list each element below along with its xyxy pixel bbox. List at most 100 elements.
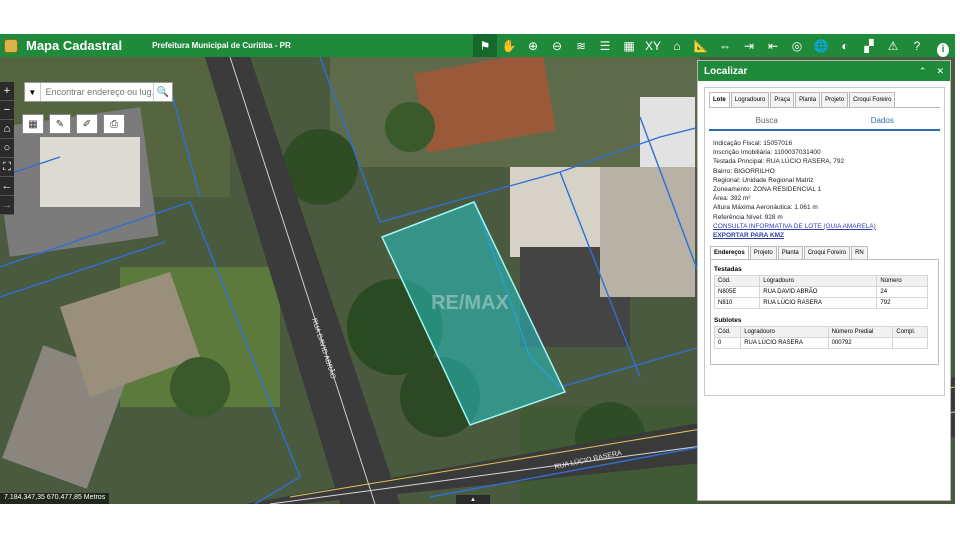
detail-value: ZONA RESIDENCIAL 1	[753, 186, 822, 194]
ruler-icon[interactable]: 📐	[689, 34, 713, 57]
panel-tabs: Lote Logradouro Praça Planta Projeto Croqui F…	[709, 92, 944, 107]
detail-row: Bairro: BIGORRILHO	[713, 167, 940, 176]
app-title: Mapa Cadastral	[26, 38, 123, 53]
consulta-informativa-link[interactable]: CONSULTA INFORMATIVA DE LOTE (GUIA AMARE…	[705, 222, 944, 231]
tab-projeto[interactable]: Projeto	[821, 92, 849, 107]
subtab-planta[interactable]: Planta	[777, 245, 803, 259]
city-logo	[4, 38, 18, 53]
table-cell: 24	[876, 285, 928, 298]
home-icon[interactable]: ⌂	[0, 120, 14, 139]
panel-header: Localizar ⌃ ✕	[698, 61, 950, 81]
layout-icon[interactable]: ▦	[22, 114, 44, 134]
blocks-icon[interactable]: ▞	[857, 34, 881, 57]
detail-label: Inscrição Imobiliária:	[713, 149, 773, 157]
grid-icon[interactable]: ▦	[617, 34, 641, 57]
detail-value: 928 m	[764, 213, 783, 221]
locate-icon[interactable]: ○	[0, 139, 14, 158]
column-header: Número	[876, 274, 928, 287]
organization-name: Prefeitura Municipal de Curitiba - PR	[152, 41, 291, 50]
hat-icon[interactable]: ⌂	[665, 34, 689, 57]
table-cell: 792	[876, 296, 928, 309]
localizar-panel: Localizar ⌃ ✕ Lote Logradouro Praça Planta P…	[697, 60, 951, 501]
table-cell: RUA DAVID ABRÃO	[759, 285, 878, 298]
map-action-buttons: ▦ ✎ ✐ ⎙	[22, 114, 125, 134]
fullscreen-icon[interactable]: ⛶	[0, 158, 14, 177]
tab-pra-a[interactable]: Praça	[770, 92, 795, 107]
list-icon[interactable]: ☰	[593, 34, 617, 57]
tab-croqui-foreiro[interactable]: Croqui Foreiro	[849, 92, 896, 107]
draw-pencil-icon[interactable]: ✎	[49, 114, 71, 134]
export-kmz-link[interactable]: EXPORTAR PARA KMZ	[705, 231, 944, 240]
column-header: Número Predial	[827, 325, 894, 338]
detail-label: Referência Nível:	[713, 213, 763, 221]
info-icon[interactable]: i	[929, 34, 953, 57]
detail-label: Testada Principal:	[713, 158, 765, 166]
zoom-out-button[interactable]: −	[0, 101, 14, 120]
collapse-panel-icon[interactable]: ⌃	[919, 66, 927, 77]
detail-row: Regional: Unidade Regional Matriz	[713, 176, 940, 185]
detail-value: 1.061 m	[794, 204, 818, 212]
detail-label: Zoneamento:	[713, 186, 752, 194]
close-icon[interactable]: ✕	[936, 66, 944, 77]
collapse-bottom-button[interactable]: ▲	[456, 495, 490, 504]
forward-arrow-icon[interactable]: →	[0, 196, 14, 215]
detail-label: Bairro:	[713, 167, 733, 175]
export-icon[interactable]: ⇤	[761, 34, 785, 57]
subtab-endere-os[interactable]: Endereços	[710, 245, 749, 259]
subtab-croqui-foreiro[interactable]: Croqui Foreiro	[803, 245, 851, 259]
table-row[interactable]: N810 RUA LÚCIO RASERA 792	[713, 296, 928, 309]
detail-row: Área: 392 m²	[713, 194, 940, 203]
watermark-text: RE/MAX	[431, 292, 509, 314]
table-row[interactable]: 0 RUA LÚCIO RASERA 000792	[713, 336, 928, 349]
testadas-table: Cód. Logradouro Número N805E RUA DAVID ABRÃ…	[713, 274, 928, 309]
table-cell: 0	[713, 336, 742, 349]
detail-value: 392 m²	[730, 195, 751, 203]
globe-icon[interactable]: 🌐	[809, 34, 833, 57]
search-dropdown-button[interactable]: ▼	[25, 83, 41, 101]
search-data-toggle: Busca Dados	[709, 112, 940, 131]
detail-label: Área:	[713, 195, 729, 203]
zoom-out-icon[interactable]: ⊖	[545, 34, 569, 57]
table-cell: RUA LÚCIO RASERA	[759, 296, 878, 309]
segment-busca[interactable]: Busca	[709, 112, 825, 129]
table-row[interactable]: N805E RUA DAVID ABRÃO 24	[713, 285, 928, 298]
subtab-rn[interactable]: RN	[851, 245, 868, 259]
detail-value: BIGORRILHO	[733, 167, 775, 175]
tab-lote[interactable]: Lote	[709, 92, 730, 107]
top-toolbar: Mapa Cadastral Prefeitura Municipal de C…	[0, 34, 955, 57]
panel-body: Lote Logradouro Praça Planta Projeto Croqui F…	[704, 87, 945, 396]
detail-value: 15057016	[763, 140, 793, 147]
zoom-in-button[interactable]: +	[0, 82, 14, 101]
back-arrow-icon[interactable]: ←	[0, 177, 14, 196]
edit-tool-icon[interactable]: ✐	[76, 114, 98, 134]
table-cell: RUA LÚCIO RASERA	[740, 336, 829, 349]
detail-subtabs: Endereços Projeto Planta Croqui Foreiro RN	[710, 245, 944, 259]
warning-icon[interactable]: ⚠	[881, 34, 905, 57]
search-icon[interactable]: 🔍	[152, 83, 172, 101]
layers-icon[interactable]: ≋	[569, 34, 593, 57]
lot-details: Indicação Fiscal: 15057016 Inscrição Imob…	[705, 131, 944, 222]
zoom-in-icon[interactable]: ⊕	[521, 34, 545, 57]
tab-planta[interactable]: Planta	[795, 92, 821, 107]
target-icon[interactable]: ◎	[785, 34, 809, 57]
detail-row: Inscrição Imobiliária: 1100037031400	[713, 148, 940, 157]
expand-icon[interactable]: ⇔	[713, 34, 737, 57]
detail-value: Unidade Regional Matriz	[742, 176, 814, 184]
pan-hand-icon[interactable]: ✋	[497, 34, 521, 57]
segment-dados[interactable]: Dados	[825, 112, 941, 129]
column-header: Compl.	[892, 325, 928, 338]
enderecos-content: Testadas Cód. Logradouro Número N805E RUA D…	[710, 258, 939, 365]
identify-tool-icon[interactable]: ⚑	[473, 34, 497, 57]
xy-coordinates-icon[interactable]: XY	[641, 34, 665, 57]
print-icon[interactable]: ⎙	[103, 114, 125, 134]
detail-value: 1100037031400	[774, 149, 821, 157]
detail-label: Altura Máxima Aeronáutica:	[713, 204, 793, 212]
help-icon[interactable]: ?	[905, 34, 929, 57]
tab-logradouro[interactable]: Logradouro	[730, 92, 770, 107]
search-input[interactable]	[40, 87, 153, 97]
column-header: Cód.	[713, 325, 742, 338]
basemap-icon[interactable]: ◐	[833, 34, 857, 57]
import-icon[interactable]: ⇥	[737, 34, 761, 57]
subtab-projeto[interactable]: Projeto	[749, 245, 777, 259]
column-header: Logradouro	[759, 274, 878, 287]
